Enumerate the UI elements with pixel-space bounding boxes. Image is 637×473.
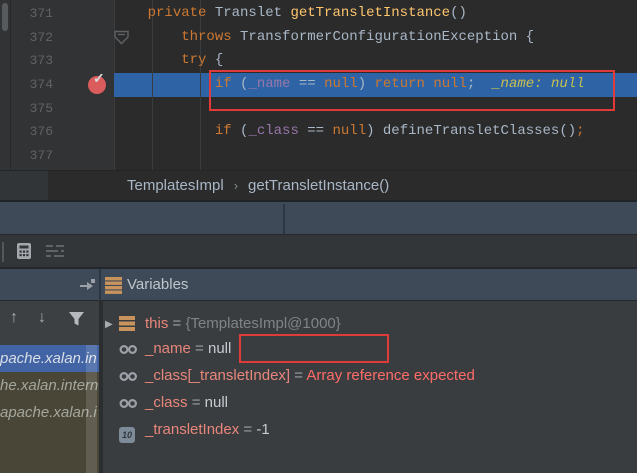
code-token: ; [576, 123, 584, 139]
next-frame-icon[interactable]: ↓ [38, 310, 46, 326]
debug-panels-header: Variables [0, 267, 637, 301]
line-numbers: 371372373374375376377 [11, 2, 59, 168]
layout-settings-icon[interactable] [46, 244, 64, 262]
annotation-box-variable [239, 334, 389, 363]
line-number: 372 [11, 26, 59, 50]
jump-to-frame-icon[interactable] [79, 278, 96, 292]
code-token: private [148, 5, 215, 21]
primitive-icon: 10 [119, 417, 145, 444]
breadcrumb-method[interactable]: getTransletInstance() [248, 177, 389, 194]
code-token: () [450, 5, 467, 21]
line-number: 375 [11, 97, 59, 121]
frame-row[interactable]: pache.xalan.in [0, 345, 99, 372]
line-number: 374 [11, 73, 59, 97]
band-divider [283, 204, 285, 234]
variable-name: _name [145, 340, 191, 357]
previous-frame-icon[interactable]: ↑ [10, 310, 18, 326]
code-token: () [559, 123, 576, 139]
variable-value: null [208, 340, 231, 357]
watch-icon [119, 363, 145, 390]
code-token [114, 123, 215, 139]
tab-variables[interactable]: Variables [127, 269, 188, 300]
code-line[interactable]: private Translet getTransletInstance() [114, 2, 585, 26]
equals-sign: = [290, 367, 306, 384]
breakpoint-verified-check-icon: ✓ [93, 70, 105, 87]
breadcrumb-class[interactable]: TemplatesImpl [127, 177, 224, 194]
editor-gutter[interactable]: 371372373374375376377 ✓ [11, 0, 115, 170]
variable-name: _class [145, 394, 188, 411]
breadcrumb-bar: TemplatesImpl›getTransletInstance() [0, 170, 637, 201]
toolbar-drag-handle[interactable] [2, 242, 4, 262]
variables-tab-icon [105, 277, 122, 294]
variable-value: {TemplatesImpl@1000} [185, 315, 340, 332]
code-token: == [307, 123, 332, 139]
code-token [114, 29, 181, 45]
code-token: Translet [215, 5, 291, 21]
code-line[interactable] [114, 144, 585, 168]
code-token: null [332, 123, 366, 139]
code-line[interactable]: if (_class == null) defineTransletClasse… [114, 120, 585, 144]
variable-row[interactable]: ▶ this = {TemplatesImpl@1000} [103, 310, 637, 337]
header-divider [99, 269, 101, 303]
variable-name: _transletIndex [145, 421, 239, 438]
code-editor[interactable]: 371372373374375376377 ✓ private Translet… [0, 0, 637, 170]
code-token: getTransletInstance [290, 5, 450, 21]
code-token: if [215, 123, 240, 139]
watch-icon [119, 336, 145, 363]
code-token: _class [248, 123, 307, 139]
code-token [114, 52, 181, 68]
debug-toolbar [0, 234, 637, 267]
code-token: try [181, 52, 206, 68]
variables-panel[interactable]: ▶ this = {TemplatesImpl@1000} _name = null… [103, 301, 637, 473]
breadcrumb-separator-icon: › [224, 178, 248, 193]
annotation-box-code [209, 70, 615, 111]
line-number: 373 [11, 49, 59, 73]
frame-row[interactable]: apache.xalan.i [0, 399, 99, 426]
left-scrollbar[interactable] [0, 0, 11, 170]
line-number: 376 [11, 120, 59, 144]
watch-icon [119, 390, 145, 417]
frames-panel[interactable]: ↑ ↓ pache.xalan.inhe.xalan.internapache.… [0, 301, 99, 473]
breadcrumb: TemplatesImpl›getTransletInstance() [127, 171, 389, 201]
code-token: throws [181, 29, 240, 45]
code-token: TransformerConfigurationException { [240, 29, 534, 45]
variable-value: Array reference expected [306, 367, 474, 384]
left-scrollbar-thumb[interactable] [2, 3, 8, 31]
ide-debug-window: 371372373374375376377 ✓ private Translet… [0, 0, 637, 473]
code-token [114, 5, 148, 21]
equals-sign: = [239, 421, 256, 438]
line-number: 371 [11, 2, 59, 26]
variable-name: _class[_transletIndex] [145, 367, 290, 384]
code-token [114, 76, 215, 92]
variable-row[interactable]: _class = null [103, 389, 637, 416]
code-line[interactable]: throws TransformerConfigurationException… [114, 26, 585, 50]
code-token: { [206, 52, 223, 68]
debug-content: ↑ ↓ pache.xalan.inhe.xalan.internapache.… [0, 301, 637, 473]
breadcrumb-gutter-strip [0, 171, 48, 201]
filter-frames-icon[interactable] [68, 311, 85, 327]
breakpoint-icon[interactable]: ✓ [88, 76, 106, 94]
code-token: ) [366, 123, 383, 139]
equals-sign: = [188, 394, 205, 411]
debug-toolwindow-top-band [0, 200, 637, 234]
equals-sign: = [168, 315, 185, 332]
expand-arrow-icon[interactable]: ▶ [105, 311, 119, 338]
code-token: defineTransletClasses [383, 123, 559, 139]
evaluate-expression-icon[interactable] [15, 242, 33, 260]
frame-row[interactable]: he.xalan.intern [0, 372, 99, 399]
variable-row[interactable]: _class[_transletIndex] = Array reference… [103, 362, 637, 389]
line-number: 377 [11, 144, 59, 168]
object-icon [119, 311, 145, 338]
variable-row[interactable]: 10_transletIndex = -1 [103, 416, 637, 443]
frames-scrollbar[interactable] [86, 345, 97, 473]
variable-value: null [205, 394, 228, 411]
equals-sign: = [191, 340, 208, 357]
variable-value: -1 [256, 421, 269, 438]
variable-name: this [145, 315, 168, 332]
